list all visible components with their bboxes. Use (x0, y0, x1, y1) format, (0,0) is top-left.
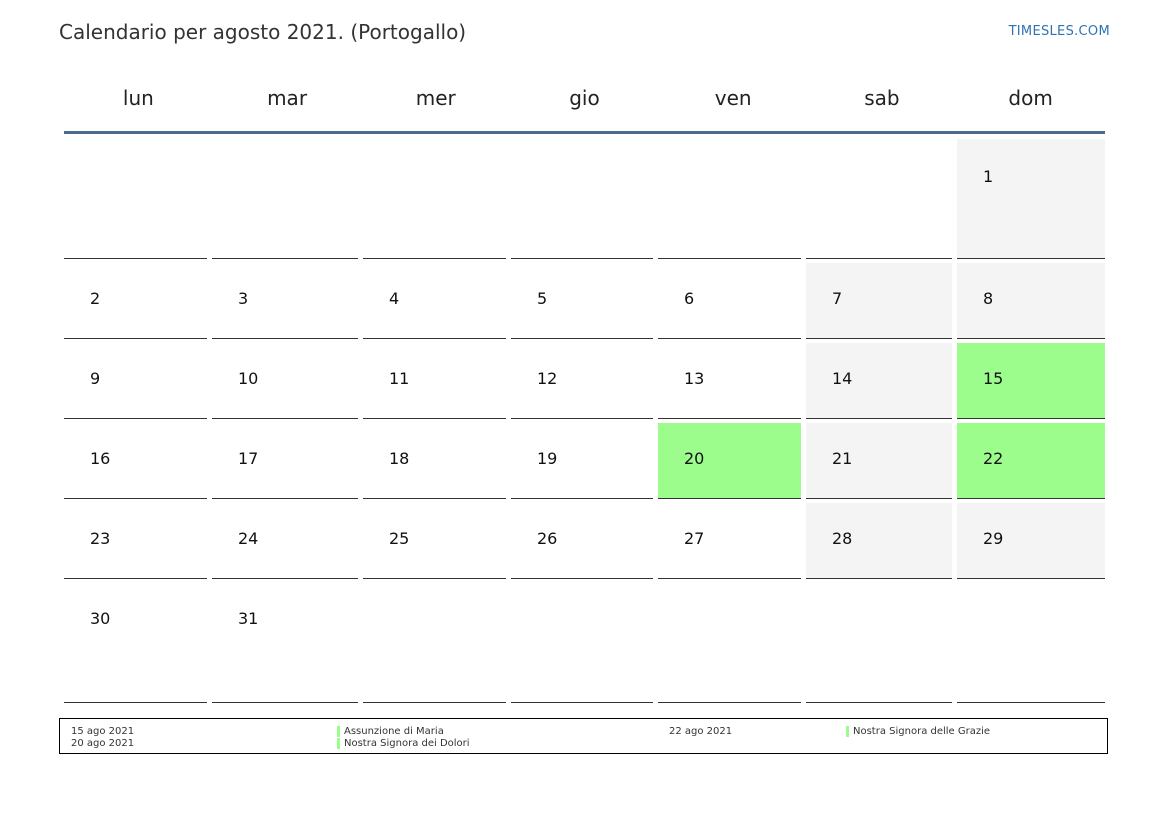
calendar-day-cell: 30 (64, 583, 207, 703)
weekday-sun: dom (1008, 86, 1053, 110)
day-number: 17 (238, 449, 259, 468)
day-number: 20 (684, 449, 705, 468)
day-number: 8 (983, 289, 994, 308)
calendar-day-cell: 12 (511, 343, 653, 419)
calendar-day-cell: 7 (806, 263, 952, 339)
calendar-day-cell: 22 (957, 423, 1105, 499)
calendar-empty-cell (511, 139, 653, 259)
calendar-day-cell: 4 (363, 263, 506, 339)
calendar-day-cell: 2 (64, 263, 207, 339)
day-number: 7 (832, 289, 843, 308)
calendar-day-cell: 16 (64, 423, 207, 499)
calendar-day-cell: 15 (957, 343, 1105, 419)
day-number: 24 (238, 529, 259, 548)
page-title: Calendario per agosto 2021. (Portogallo) (59, 20, 467, 44)
day-number: 23 (90, 529, 111, 548)
day-number: 1 (983, 167, 994, 186)
calendar-day-cell: 5 (511, 263, 653, 339)
calendar-day-cell: 29 (957, 503, 1105, 579)
calendar-day-cell: 26 (511, 503, 653, 579)
day-number: 26 (537, 529, 558, 548)
day-number: 14 (832, 369, 853, 388)
legend-date: 22 ago 2021 (669, 726, 733, 737)
calendar-day-cell: 31 (212, 583, 358, 703)
weekday-header-row: lun mar mer gio ven sab dom (64, 75, 1105, 121)
calendar-day-cell: 25 (363, 503, 506, 579)
calendar-day-cell: 6 (658, 263, 801, 339)
calendar-empty-cell (511, 583, 653, 703)
calendar-day-cell: 28 (806, 503, 952, 579)
day-number: 10 (238, 369, 259, 388)
calendar-empty-cell (363, 139, 506, 259)
calendar-day-cell: 18 (363, 423, 506, 499)
day-number: 15 (983, 369, 1004, 388)
calendar-grid: 1 2 3 4 5 6 7 8 9 10 11 12 13 14 15 16 17 18 19 20 21 22 23 24 2… (64, 139, 1105, 703)
calendar-empty-cell (806, 583, 952, 703)
day-number: 31 (238, 609, 259, 628)
day-number: 22 (983, 449, 1004, 468)
day-number: 19 (537, 449, 558, 468)
brand-link[interactable]: TIMESLES.COM (1009, 24, 1110, 39)
calendar-day-cell: 27 (658, 503, 801, 579)
day-number: 13 (684, 369, 705, 388)
header-divider (64, 131, 1105, 134)
day-number: 28 (832, 529, 853, 548)
day-number: 29 (983, 529, 1004, 548)
calendar-day-cell: 10 (212, 343, 358, 419)
weekday-tue: mar (267, 86, 308, 110)
day-number: 25 (389, 529, 410, 548)
calendar-empty-cell (658, 583, 801, 703)
calendar-empty-cell (658, 139, 801, 259)
weekday-mon: lun (122, 86, 154, 110)
day-number: 16 (90, 449, 111, 468)
calendar-empty-cell (212, 139, 358, 259)
calendar-empty-cell (806, 139, 952, 259)
calendar-day-cell: 8 (957, 263, 1105, 339)
calendar-day-cell: 24 (212, 503, 358, 579)
day-number: 4 (389, 289, 400, 308)
weekday-thu: gio (569, 86, 600, 110)
day-number: 27 (684, 529, 705, 548)
day-number: 18 (389, 449, 410, 468)
calendar-day-cell: 17 (212, 423, 358, 499)
day-number: 30 (90, 609, 111, 628)
calendar-day-cell: 19 (511, 423, 653, 499)
weekday-fri: ven (714, 86, 752, 110)
calendar-empty-cell (363, 583, 506, 703)
calendar-day-cell: 11 (363, 343, 506, 419)
weekday-wed: mer (415, 86, 456, 110)
legend-holiday-name: Nostra Signora dei Dolori (337, 738, 470, 749)
legend-date: 15 ago 2021 (71, 726, 135, 737)
calendar-day-cell: 20 (658, 423, 801, 499)
day-number: 2 (90, 289, 101, 308)
calendar-day-cell: 1 (957, 139, 1105, 259)
day-number: 12 (537, 369, 558, 388)
legend-holiday-name: Assunzione di Maria (337, 726, 444, 737)
calendar-empty-cell (64, 139, 207, 259)
day-number: 21 (832, 449, 853, 468)
calendar-day-cell: 9 (64, 343, 207, 419)
calendar-day-cell: 23 (64, 503, 207, 579)
calendar-day-cell: 14 (806, 343, 952, 419)
calendar-day-cell: 13 (658, 343, 801, 419)
day-number: 3 (238, 289, 249, 308)
legend-date: 20 ago 2021 (71, 738, 135, 749)
holiday-legend: 15 ago 2021 20 ago 2021 Assunzione di Ma… (59, 718, 1108, 754)
day-number: 6 (684, 289, 695, 308)
calendar-day-cell: 3 (212, 263, 358, 339)
day-number: 5 (537, 289, 548, 308)
calendar-day-cell: 21 (806, 423, 952, 499)
weekday-sat: sab (864, 86, 900, 110)
day-number: 11 (389, 369, 410, 388)
legend-holiday-name: Nostra Signora delle Grazie (846, 726, 990, 737)
day-number: 9 (90, 369, 101, 388)
calendar-empty-cell (957, 583, 1105, 703)
